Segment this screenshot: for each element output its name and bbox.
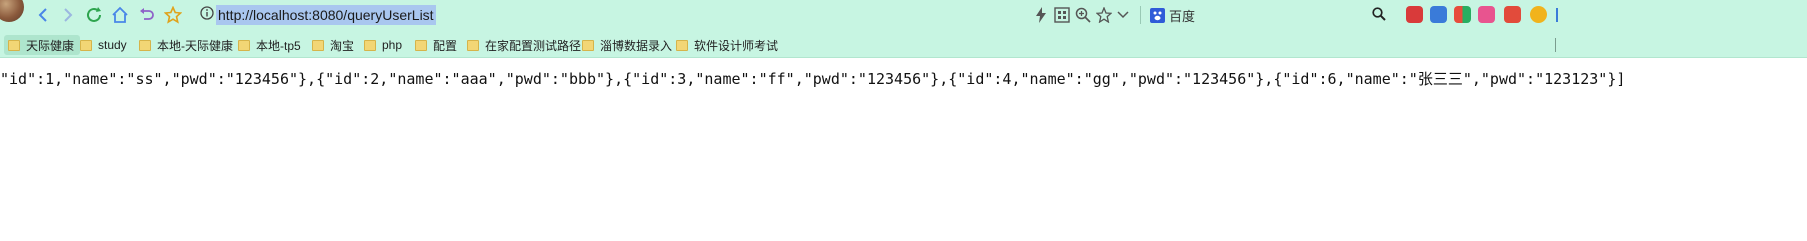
folder-icon [139, 39, 151, 51]
bookmark-label: 在家配置测试路径 [485, 38, 582, 53]
undo-icon [140, 8, 154, 20]
extension-apps-icon[interactable] [1454, 6, 1471, 23]
search-engine-selector[interactable]: 百度 [1150, 5, 1195, 25]
search-icon[interactable] [1372, 7, 1386, 21]
bookmark-folder[interactable]: 淄博数据录入 [582, 35, 672, 55]
favorite-star-icon[interactable] [1096, 7, 1112, 23]
bookmark-folder[interactable]: 天际健康 [4, 35, 81, 55]
bookmark-label: 本地-tp5 [256, 38, 301, 53]
chevron-down-icon[interactable] [1117, 7, 1129, 23]
bookmark-label: 淄博数据录入 [600, 38, 673, 53]
baidu-paw-icon [1150, 7, 1165, 23]
forward-button[interactable] [57, 4, 79, 26]
bookmark-label: study [98, 38, 127, 52]
toolbar-divider [1140, 6, 1141, 24]
star-icon [164, 6, 182, 24]
reload-button[interactable] [83, 4, 105, 26]
bookmark-folder[interactable]: 在家配置测试路径 [467, 35, 581, 55]
bookmark-folder[interactable]: php [364, 35, 402, 55]
extension-translate-icon[interactable] [1430, 6, 1447, 23]
extension-weibo-icon[interactable] [1406, 6, 1423, 23]
json-response-text: "id":1,"name":"ss","pwd":"123456"},{"id"… [0, 70, 1626, 88]
bookmark-folder[interactable]: 配置 [415, 35, 457, 55]
toolbar-overflow-icon[interactable] [1556, 8, 1564, 22]
bookmark-label: 软件设计师考试 [694, 38, 779, 53]
folder-icon [238, 39, 250, 51]
folder-icon [676, 39, 688, 51]
home-icon [112, 6, 128, 23]
bookmark-star-button[interactable] [162, 4, 184, 26]
bookmark-label: 配置 [433, 38, 458, 53]
extension-music-icon[interactable] [1478, 6, 1495, 23]
lightning-icon[interactable] [1035, 7, 1047, 23]
folder-icon [415, 39, 427, 51]
avatar[interactable] [0, 0, 24, 22]
bookmark-label: 天际健康 [26, 38, 75, 53]
bookmark-folder[interactable]: 本地-天际健康 [139, 35, 233, 55]
folder-icon [80, 39, 92, 51]
bookmark-folder[interactable]: 软件设计师考试 [676, 35, 778, 55]
bookmark-folder[interactable]: study [80, 35, 127, 55]
browser-toolbar: http://localhost:8080/queryUserList 百度 [0, 0, 1807, 32]
qr-code-icon[interactable] [1054, 7, 1070, 23]
extension-pdf-icon[interactable] [1504, 6, 1521, 23]
bookmarks-divider [1555, 38, 1556, 52]
back-arrow-icon [38, 8, 47, 22]
bookmark-folder[interactable]: 淘宝 [312, 35, 354, 55]
site-info-icon[interactable] [200, 6, 214, 20]
folder-icon [582, 39, 594, 51]
zoom-icon[interactable] [1075, 7, 1091, 23]
folder-icon [364, 39, 376, 51]
home-button[interactable] [109, 4, 131, 26]
forward-arrow-icon [64, 8, 73, 22]
reload-icon [87, 7, 101, 22]
extension-moon-icon[interactable] [1530, 6, 1547, 23]
bookmarks-bar: 天际健康 study 本地-天际健康 本地-tp5 淘宝 php 配置 在家配置… [0, 32, 1807, 58]
undo-close-button[interactable] [136, 4, 158, 26]
bookmark-label: php [382, 38, 403, 52]
bookmark-label: 淘宝 [330, 38, 355, 53]
folder-icon [312, 39, 324, 51]
address-bar-url[interactable]: http://localhost:8080/queryUserList [216, 5, 436, 25]
back-button[interactable] [32, 4, 54, 26]
bookmark-label: 本地-天际健康 [157, 38, 233, 53]
search-engine-label: 百度 [1169, 8, 1196, 24]
folder-icon [467, 39, 479, 51]
folder-icon [8, 39, 20, 51]
bookmark-folder[interactable]: 本地-tp5 [238, 35, 301, 55]
